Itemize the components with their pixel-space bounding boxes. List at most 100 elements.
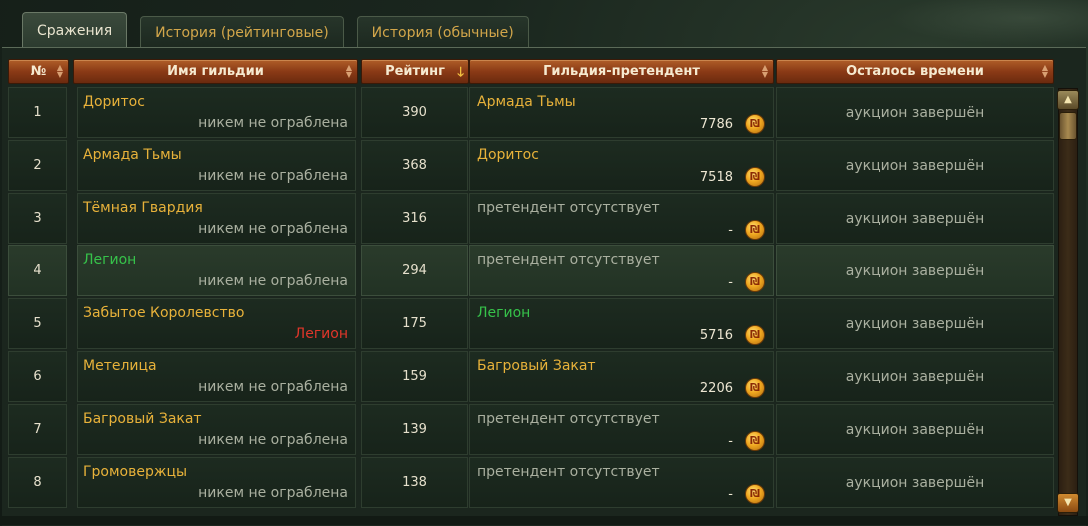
time-remaining: аукцион завершён bbox=[845, 315, 985, 332]
guild-name[interactable]: Доритос bbox=[83, 94, 145, 110]
contender-name[interactable]: претендент отсутствует bbox=[477, 464, 660, 480]
bid-amount: - bbox=[728, 487, 733, 502]
table-row[interactable]: 3 Тёмная Гвардия никем не ограблена 316 прет… bbox=[8, 193, 1054, 244]
table-row[interactable]: 5 Забытое Королевство Легион 175 Легион 5716 ₪… bbox=[8, 298, 1054, 349]
robbery-status: никем не ограблена bbox=[198, 485, 348, 501]
sort-toggle-icon: ▲ ▼ bbox=[345, 63, 353, 79]
time-cell: аукцион завершён bbox=[776, 245, 1054, 296]
guild-cell: Громовержцы никем не ограблена bbox=[77, 457, 356, 508]
robbery-status: никем не ограблена bbox=[198, 432, 348, 448]
row-number-value: 6 bbox=[33, 369, 42, 384]
column-header-guild-label: Имя гильдии bbox=[167, 64, 264, 79]
row-number-value: 3 bbox=[33, 211, 42, 226]
rating-cell: 139 bbox=[361, 404, 468, 455]
column-header-contender-label: Гильдия-претендент bbox=[543, 64, 700, 79]
rating-value: 175 bbox=[402, 316, 427, 331]
sort-desc-arrow-icon: 🡓 bbox=[457, 65, 464, 80]
guild-cell: Армада Тьмы никем не ограблена bbox=[77, 140, 356, 191]
row-number-value: 1 bbox=[33, 105, 42, 120]
time-cell: аукцион завершён bbox=[776, 351, 1054, 402]
robbery-status: никем не ограблена bbox=[198, 273, 348, 289]
contender-cell: претендент отсутствует - ₪ bbox=[469, 404, 774, 455]
column-header-num[interactable]: № ▲ ▼ bbox=[8, 59, 69, 84]
table-row[interactable]: 1 Доритос никем не ограблена 390 Армада Тьмы… bbox=[8, 87, 1054, 138]
contender-cell: Легион 5716 ₪ bbox=[469, 298, 774, 349]
robbery-status: никем не ограблена bbox=[198, 115, 348, 131]
guild-name[interactable]: Громовержцы bbox=[83, 464, 187, 480]
contender-cell: Доритос 7518 ₪ bbox=[469, 140, 774, 191]
bid-amount: - bbox=[728, 434, 733, 449]
gold-coin-icon: ₪ bbox=[745, 484, 765, 504]
time-cell: аукцион завершён bbox=[776, 87, 1054, 138]
row-number: 6 bbox=[8, 351, 67, 402]
table-row[interactable]: 2 Армада Тьмы никем не ограблена 368 Доритос… bbox=[8, 140, 1054, 191]
table-row[interactable]: 6 Метелица никем не ограблена 159 Багровый З… bbox=[8, 351, 1054, 402]
contender-cell: Багровый Закат 2206 ₪ bbox=[469, 351, 774, 402]
contender-name[interactable]: претендент отсутствует bbox=[477, 252, 660, 268]
scrollbar-track[interactable] bbox=[1058, 88, 1078, 516]
contender-name[interactable]: Армада Тьмы bbox=[477, 94, 576, 110]
rating-cell: 294 bbox=[361, 245, 468, 296]
guild-cell: Забытое Королевство Легион bbox=[77, 298, 356, 349]
row-number: 5 bbox=[8, 298, 67, 349]
time-remaining: аукцион завершён bbox=[845, 104, 985, 121]
tab-battles[interactable]: Сражения bbox=[22, 12, 128, 49]
bid-amount: - bbox=[728, 275, 733, 290]
bid-amount: 5716 bbox=[699, 328, 733, 343]
guild-name[interactable]: Тёмная Гвардия bbox=[83, 200, 203, 216]
scroll-up-icon[interactable]: ▲ bbox=[1057, 90, 1079, 110]
rating-value: 139 bbox=[402, 422, 427, 437]
scrollbar-thumb[interactable] bbox=[1059, 112, 1077, 140]
tab-history-normal[interactable]: История (обычные) bbox=[356, 16, 529, 49]
scroll-down-icon[interactable]: ▼ bbox=[1057, 493, 1079, 513]
gold-coin-icon: ₪ bbox=[745, 378, 765, 398]
row-number: 2 bbox=[8, 140, 67, 191]
bottom-strip bbox=[0, 516, 1088, 525]
robbery-status: никем не ограблена bbox=[198, 379, 348, 395]
sort-toggle-icon: ▲ ▼ bbox=[761, 63, 769, 79]
rating-value: 316 bbox=[402, 211, 427, 226]
column-header-rating-label: Рейтинг bbox=[385, 64, 445, 79]
column-header-time[interactable]: Осталось времени ▲ ▼ bbox=[776, 59, 1054, 84]
table-row[interactable]: 4 Легион никем не ограблена 294 претендент о… bbox=[8, 245, 1054, 296]
contender-cell: претендент отсутствует - ₪ bbox=[469, 457, 774, 508]
robbery-status: никем не ограблена bbox=[198, 168, 348, 184]
contender-cell: претендент отсутствует - ₪ bbox=[469, 193, 774, 244]
time-remaining: аукцион завершён bbox=[845, 210, 985, 227]
column-header-time-label: Осталось времени bbox=[846, 64, 984, 79]
bid-amount: - bbox=[728, 223, 733, 238]
row-number-value: 8 bbox=[33, 475, 42, 490]
contender-name[interactable]: Багровый Закат bbox=[477, 358, 596, 374]
contender-name[interactable]: Легион bbox=[477, 305, 530, 321]
column-header-guild[interactable]: Имя гильдии ▲ ▼ bbox=[73, 59, 358, 84]
column-header-contender[interactable]: Гильдия-претендент ▲ ▼ bbox=[469, 59, 774, 84]
time-cell: аукцион завершён bbox=[776, 140, 1054, 191]
table-row[interactable]: 7 Багровый Закат никем не ограблена 139 прет… bbox=[8, 404, 1054, 455]
table-row[interactable]: 8 Громовержцы никем не ограблена 138 претенд… bbox=[8, 457, 1054, 508]
guild-name[interactable]: Армада Тьмы bbox=[83, 147, 182, 163]
robbery-status: Легион bbox=[294, 326, 348, 342]
contender-name[interactable]: Доритос bbox=[477, 147, 539, 163]
column-header-num-label: № bbox=[30, 64, 47, 79]
time-cell: аукцион завершён bbox=[776, 404, 1054, 455]
guild-cell: Метелица никем не ограблена bbox=[77, 351, 356, 402]
gold-coin-icon: ₪ bbox=[745, 272, 765, 292]
tab-history-rated[interactable]: История (рейтинговые) bbox=[140, 16, 344, 49]
contender-name[interactable]: претендент отсутствует bbox=[477, 200, 660, 216]
guild-name[interactable]: Багровый Закат bbox=[83, 411, 202, 427]
gold-coin-icon: ₪ bbox=[745, 114, 765, 134]
row-number: 1 bbox=[8, 87, 67, 138]
time-remaining: аукцион завершён bbox=[845, 421, 985, 438]
contender-cell: Армада Тьмы 7786 ₪ bbox=[469, 87, 774, 138]
guild-name[interactable]: Метелица bbox=[83, 358, 157, 374]
guild-name[interactable]: Легион bbox=[83, 252, 136, 268]
rating-cell: 175 bbox=[361, 298, 468, 349]
rating-value: 294 bbox=[402, 263, 427, 278]
column-header-rating[interactable]: Рейтинг 🡓 bbox=[361, 59, 469, 84]
rating-cell: 316 bbox=[361, 193, 468, 244]
contender-cell: претендент отсутствует - ₪ bbox=[469, 245, 774, 296]
contender-name[interactable]: претендент отсутствует bbox=[477, 411, 660, 427]
guild-name[interactable]: Забытое Королевство bbox=[83, 305, 244, 321]
time-remaining: аукцион завершён bbox=[845, 368, 985, 385]
row-number-value: 4 bbox=[33, 263, 42, 278]
